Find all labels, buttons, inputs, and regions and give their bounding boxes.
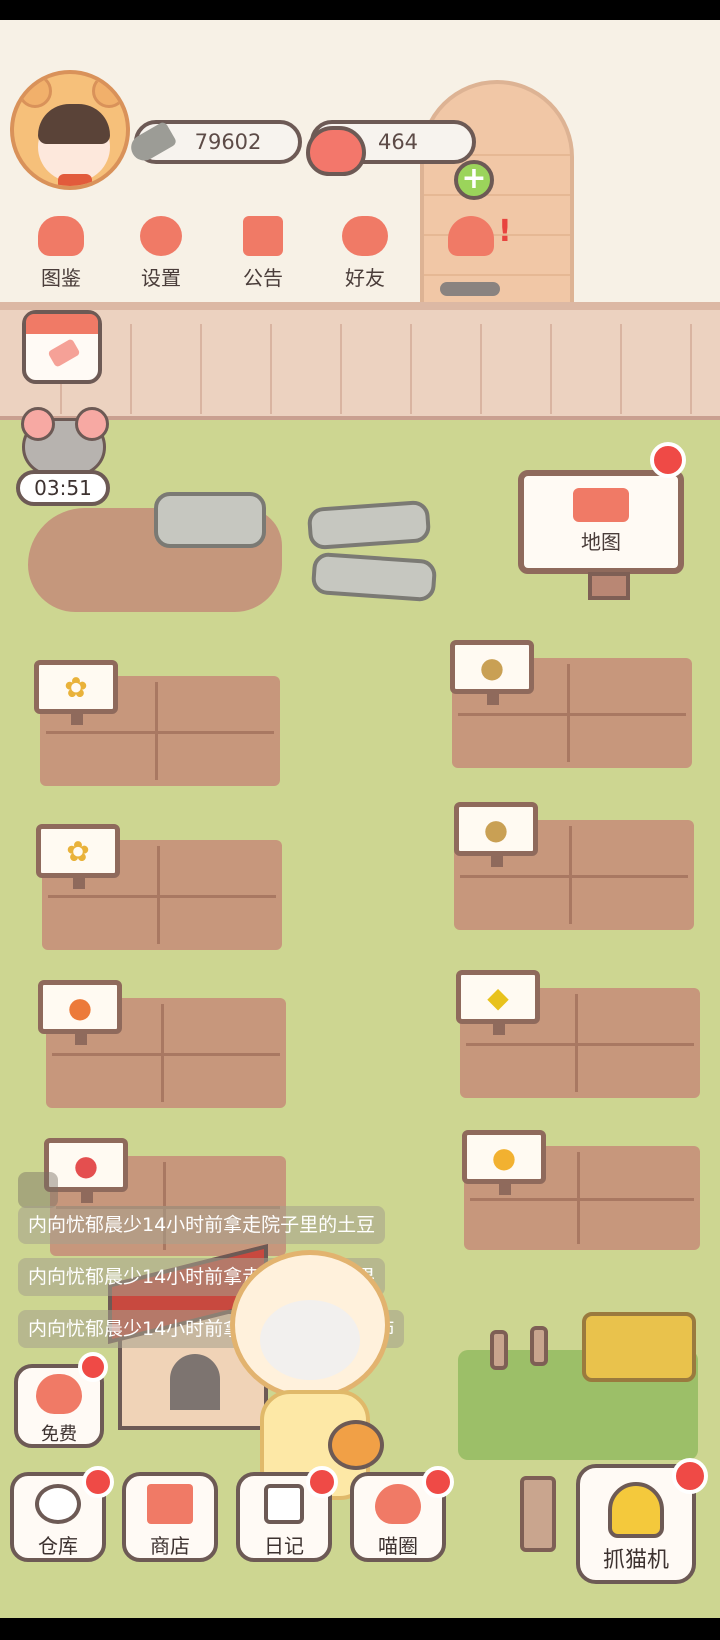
potato-icon: ● bbox=[479, 650, 505, 684]
claw-icon bbox=[608, 1482, 664, 1538]
fence-post bbox=[530, 1326, 548, 1366]
player-avatar[interactable] bbox=[10, 70, 130, 190]
diary-label: 日记 bbox=[264, 1534, 304, 1558]
chat-toggle-button[interactable] bbox=[18, 1172, 58, 1208]
crop-sign-wheat[interactable]: ✿ bbox=[34, 660, 118, 725]
hearts-event-icon bbox=[448, 216, 494, 256]
fish-count: 79602 bbox=[194, 130, 262, 154]
pencil-icon bbox=[47, 338, 81, 368]
notification-dot bbox=[82, 1466, 114, 1498]
menu-friends-button[interactable]: 好友 bbox=[320, 216, 410, 306]
potato-icon: ● bbox=[483, 812, 509, 846]
heart-count: 464 bbox=[377, 130, 419, 154]
stone-bench bbox=[154, 492, 266, 548]
shop-button[interactable]: 商店 bbox=[122, 1472, 218, 1562]
cat-circle-label: 喵圈 bbox=[378, 1534, 418, 1558]
warehouse-label: 仓库 bbox=[38, 1534, 78, 1558]
notice-item: 内向忧郁晨少14小时前拿走院子里的土豆 bbox=[18, 1206, 386, 1244]
pet-squirrel bbox=[328, 1420, 384, 1470]
notification-dot bbox=[672, 1458, 708, 1494]
wheat-icon: ✿ bbox=[64, 670, 88, 704]
shop-icon bbox=[147, 1484, 193, 1524]
crop-sign-carrot[interactable]: ● bbox=[38, 980, 122, 1045]
corn-icon: ◆ bbox=[487, 980, 509, 1014]
crop-sign-mango[interactable]: ● bbox=[462, 1130, 546, 1195]
cat-planet-icon bbox=[375, 1484, 421, 1524]
map-button[interactable]: 地图 bbox=[518, 470, 684, 574]
gear-icon bbox=[140, 216, 182, 256]
menu-collection-button[interactable]: 图鉴 bbox=[16, 216, 106, 306]
cat-book-icon bbox=[38, 216, 84, 256]
diary-icon bbox=[264, 1484, 304, 1524]
wheat-icon: ✿ bbox=[66, 834, 90, 868]
fence-post bbox=[520, 1476, 556, 1552]
crop-sign-potato[interactable]: ● bbox=[454, 802, 538, 867]
add-hearts-button[interactable]: + bbox=[454, 160, 494, 200]
navigation-bar bbox=[0, 1618, 720, 1640]
free-label: 免费 bbox=[41, 1424, 77, 1445]
tomato-icon: ● bbox=[73, 1148, 99, 1182]
status-bar bbox=[0, 0, 720, 20]
stepping-stone bbox=[310, 551, 438, 603]
notification-dot bbox=[650, 442, 686, 478]
menu-label: 公告 bbox=[243, 266, 283, 290]
carrot-icon: ● bbox=[67, 990, 93, 1024]
menu-label: 设置 bbox=[141, 266, 181, 290]
heart-icon bbox=[306, 126, 366, 176]
map-label: 地图 bbox=[581, 530, 621, 554]
hay-bale bbox=[582, 1312, 696, 1382]
crop-sign-potato[interactable]: ● bbox=[450, 640, 534, 705]
menu-announcement-button[interactable]: 公告 bbox=[218, 216, 308, 306]
map-icon bbox=[573, 488, 629, 522]
event-timer: 03:51 bbox=[16, 470, 110, 506]
heart-icon bbox=[36, 1374, 82, 1414]
sign-post bbox=[588, 572, 630, 600]
mango-icon: ● bbox=[491, 1140, 517, 1174]
wooden-fence bbox=[0, 302, 720, 422]
crop-sign-corn[interactable]: ◆ bbox=[456, 970, 540, 1035]
menu-label: 图鉴 bbox=[41, 266, 81, 290]
claw-machine-label: 抓猫机 bbox=[602, 1548, 669, 1573]
warehouse-icon bbox=[35, 1484, 81, 1524]
notification-dot bbox=[422, 1466, 454, 1498]
notification-dot bbox=[78, 1352, 108, 1382]
mouse-event-button[interactable] bbox=[21, 407, 109, 476]
menu-settings-button[interactable]: 设置 bbox=[116, 216, 206, 306]
shop-label: 商店 bbox=[150, 1534, 190, 1558]
friends-icon bbox=[342, 216, 388, 256]
calendar-button[interactable] bbox=[22, 310, 102, 384]
exclamation-icon: ! bbox=[498, 214, 512, 249]
crop-sign-wheat[interactable]: ✿ bbox=[36, 824, 120, 889]
event-label-placeholder bbox=[440, 282, 500, 296]
stepping-stone bbox=[306, 499, 432, 551]
notification-dot bbox=[306, 1466, 338, 1498]
gift-icon bbox=[243, 216, 283, 256]
menu-label: 好友 bbox=[345, 266, 385, 290]
fence-post bbox=[490, 1330, 508, 1370]
game-yard: 79602 464 + 图鉴 设置 公告 好友 ! 03:51 地图 ✿ ✿ ●… bbox=[0, 20, 720, 1618]
